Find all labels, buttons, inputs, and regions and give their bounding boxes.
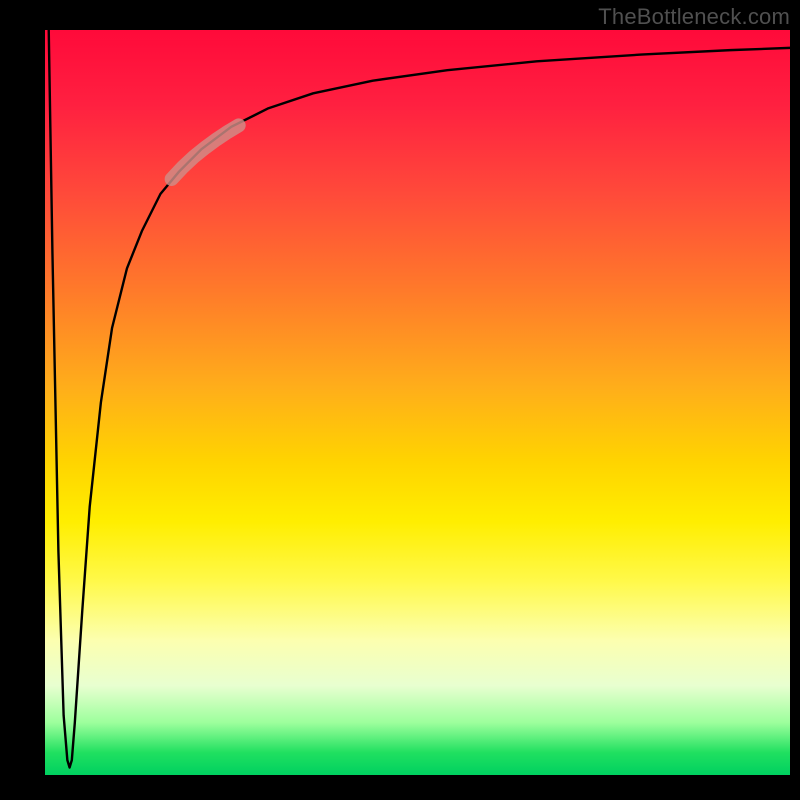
plot-area [45,30,790,775]
highlight-segment [172,125,239,179]
highlight-layer [45,30,790,775]
attribution-text: TheBottleneck.com [598,4,790,30]
chart-frame: TheBottleneck.com [0,0,800,800]
